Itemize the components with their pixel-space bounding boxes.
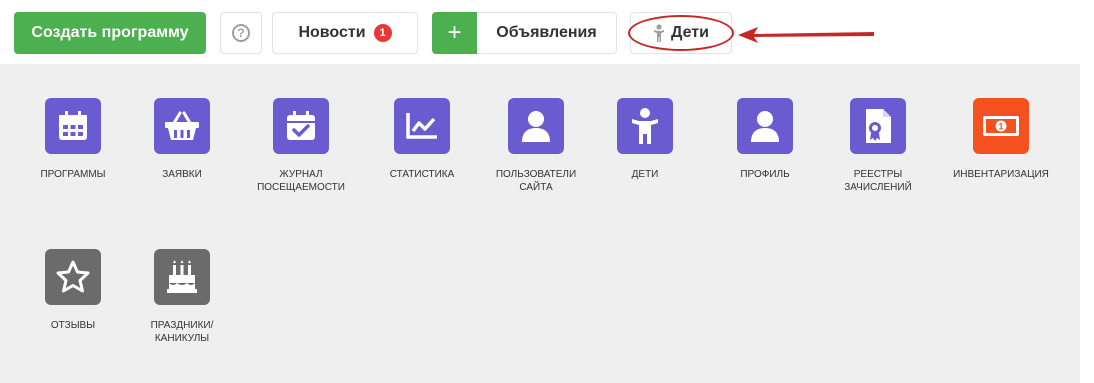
calendar-check-icon	[273, 98, 329, 154]
line-chart-icon	[394, 98, 450, 154]
create-program-button[interactable]: Создать программу	[14, 12, 206, 54]
announcements-label: Объявления	[496, 24, 597, 41]
add-announcement-button[interactable]: +	[432, 12, 477, 54]
announcements-button[interactable]: Объявления	[477, 12, 617, 54]
tile-label: ПОЛЬЗОВАТЕЛИ САЙТА	[495, 169, 577, 193]
plus-icon: +	[447, 19, 462, 46]
tile-label: ИНВЕНТАРИЗАЦИЯ	[953, 169, 1049, 180]
tile-label: РЕЕСТРЫ ЗАЧИСЛЕНИЙ	[844, 169, 912, 193]
tile-site-users[interactable]: ПОЛЬЗОВАТЕЛИ САЙТА	[480, 98, 592, 194]
tile-label: ЗАЯВКИ	[162, 169, 202, 180]
calendar-grid-icon	[45, 98, 101, 154]
highlight-ellipse	[628, 15, 734, 51]
tile-enrollment-registry[interactable]: РЕЕСТРЫ ЗАЧИСЛЕНИЙ	[822, 98, 934, 194]
star-icon	[45, 249, 101, 305]
news-label: Новости	[298, 24, 366, 41]
news-button[interactable]: Новости 1	[272, 12, 418, 54]
tile-label: ДЕТИ	[631, 169, 659, 180]
tile-label: ЖУРНАЛ ПОСЕЩАЕМОСТИ	[257, 169, 345, 193]
tile-statistics[interactable]: СТАТИСТИКА	[366, 98, 478, 181]
tile-children[interactable]: ДЕТИ	[589, 98, 701, 181]
certificate-document-icon	[850, 98, 906, 154]
tile-label: ПРАЗДНИКИ/ КАНИКУЛЫ	[150, 320, 214, 344]
create-program-label: Создать программу	[31, 24, 189, 41]
tile-programs[interactable]: ПРОГРАММЫ	[17, 98, 129, 181]
profile-icon	[737, 98, 793, 154]
news-count-badge: 1	[373, 24, 392, 42]
tile-profile[interactable]: ПРОФИЛЬ	[709, 98, 821, 181]
tile-attendance[interactable]: ЖУРНАЛ ПОСЕЩАЕМОСТИ	[245, 98, 357, 194]
child-icon	[617, 98, 673, 154]
tile-label: ПРОФИЛЬ	[740, 169, 790, 180]
arrow-left-icon	[738, 27, 874, 43]
help-icon: ?	[232, 24, 250, 42]
tile-inventory[interactable]: 1 ИНВЕНТАРИЗАЦИЯ	[945, 98, 1057, 181]
help-button[interactable]: ?	[220, 12, 262, 54]
birthday-cake-icon	[154, 249, 210, 305]
tile-holidays[interactable]: ПРАЗДНИКИ/ КАНИКУЛЫ	[126, 249, 238, 345]
tile-reviews[interactable]: ОТЗЫВЫ	[17, 249, 129, 332]
tile-label: ОТЗЫВЫ	[50, 320, 96, 331]
tile-label: ПРОГРАММЫ	[40, 169, 106, 180]
svg-text:1: 1	[998, 122, 1003, 132]
top-toolbar: Создать программу ? Новости 1 + Объявлен…	[0, 0, 1094, 64]
user-icon	[508, 98, 564, 154]
money-icon: 1	[973, 98, 1029, 154]
tile-applications[interactable]: ЗАЯВКИ	[126, 98, 238, 181]
dashboard-panel: ПРОГРАММЫ ЗАЯВКИ ЖУРНАЛ ПОСЕЩАЕМОСТИ СТА…	[0, 64, 1080, 383]
tile-label: СТАТИСТИКА	[389, 169, 455, 180]
basket-icon	[154, 98, 210, 154]
